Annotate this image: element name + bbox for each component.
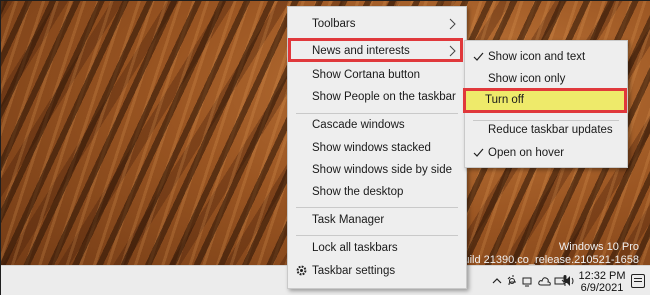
- onedrive-cloud-icon[interactable]: [537, 274, 551, 288]
- network-icon[interactable]: [521, 274, 535, 288]
- submenu-item-label: Show icon and text: [488, 51, 586, 63]
- menu-item-label: Lock all taskbars: [312, 242, 398, 254]
- menu-item-label: Cascade windows: [312, 119, 405, 131]
- submenu-item-reduce-taskbar-updates[interactable]: Reduce taskbar updates: [466, 119, 626, 141]
- menu-item-label: Show windows side by side: [312, 164, 452, 176]
- menu-item-show-windows-stacked[interactable]: Show windows stacked: [289, 137, 465, 159]
- checkmark-icon: [473, 52, 484, 61]
- menu-item-task-manager[interactable]: Task Manager: [289, 209, 465, 231]
- menu-item-label: Toolbars: [312, 18, 356, 30]
- checkmark-icon: [473, 148, 484, 157]
- menu-item-label: Show People on the taskbar: [312, 91, 456, 103]
- notification-icon[interactable]: [631, 274, 645, 288]
- submenu-item-label: Show icon only: [488, 73, 566, 85]
- volume-icon[interactable]: [563, 274, 577, 288]
- menu-item-label: Taskbar settings: [312, 265, 396, 277]
- menu-item-cascade-windows[interactable]: Cascade windows: [289, 114, 465, 136]
- chevron-up-icon[interactable]: [490, 274, 504, 288]
- menu-item-show-cortana-button[interactable]: Show Cortana button: [289, 64, 465, 86]
- menu-item-news-and-interests[interactable]: News and interests: [289, 40, 465, 62]
- submenu-item-open-on-hover[interactable]: Open on hover: [466, 142, 626, 164]
- menu-item-taskbar-settings[interactable]: Taskbar settings: [289, 260, 465, 282]
- chevron-right-icon: [449, 18, 456, 30]
- news-and-interests-submenu: Show icon and text Show icon only Reduce…: [464, 40, 628, 168]
- chevron-right-icon: [449, 45, 456, 57]
- menu-item-label: Task Manager: [312, 214, 385, 226]
- menu-item-show-windows-side-by-side[interactable]: Show windows side by side: [289, 159, 465, 181]
- menu-item-show-the-desktop[interactable]: Show the desktop: [289, 181, 465, 203]
- clock[interactable]: 12:32 PM 6/9/2021: [576, 270, 628, 294]
- menu-item-label: Show Cortana button: [312, 69, 421, 81]
- gear-icon: [296, 265, 307, 276]
- menu-item-lock-all-taskbars[interactable]: Lock all taskbars: [289, 237, 465, 259]
- menu-item-show-people[interactable]: Show People on the taskbar: [289, 86, 465, 108]
- submenu-item-label: Reduce taskbar updates: [488, 124, 613, 136]
- menu-separator: [296, 207, 458, 208]
- menu-item-label: Show windows stacked: [312, 142, 431, 154]
- watermark-edition: Windows 10 Pro: [558, 241, 639, 253]
- taskbar-context-menu: Toolbars News and interests Show Cortana…: [287, 6, 467, 289]
- weather-cloud-icon[interactable]: [506, 274, 520, 288]
- clock-time: 12:32 PM: [578, 270, 626, 282]
- menu-separator: [296, 235, 458, 236]
- submenu-item-show-icon-only[interactable]: Show icon only: [466, 68, 626, 90]
- menu-item-label: News and interests: [312, 45, 410, 57]
- menu-item-toolbars[interactable]: Toolbars: [289, 13, 465, 35]
- clock-date: 6/9/2021: [580, 282, 624, 294]
- submenu-item-show-icon-and-text[interactable]: Show icon and text: [466, 46, 626, 68]
- submenu-item-label: Open on hover: [488, 147, 565, 159]
- menu-item-label: Show the desktop: [312, 186, 404, 198]
